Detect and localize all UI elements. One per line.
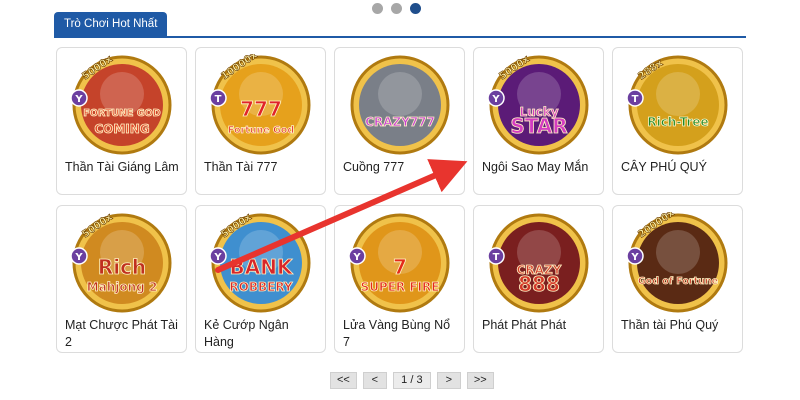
first-page-button[interactable]: << <box>330 372 357 389</box>
game-art-text: 777 <box>240 97 282 121</box>
game-art-text: 888 <box>518 272 560 296</box>
game-card[interactable]: Rich-Tree 288x T CÂY PHÚ QUÝ <box>612 47 743 195</box>
provider-letter: Y <box>74 94 83 105</box>
game-title[interactable]: Cuồng 777 <box>343 159 458 176</box>
provider-letter: Y <box>74 252 83 263</box>
game-card[interactable]: BANK ROBBERY 5000x Y Kẻ Cướp Ngân Hàng <box>195 205 326 353</box>
pagination: << < 1 / 3 > >> <box>330 372 494 389</box>
game-title[interactable]: CÂY PHÚ QUÝ <box>621 159 736 176</box>
provider-letter: Y <box>491 94 500 105</box>
game-card[interactable]: CRAZY777 Cuồng 777 <box>334 47 465 195</box>
game-title[interactable]: Lửa Vàng Bùng Nổ 7 <box>343 317 458 351</box>
next-page-button[interactable]: > <box>436 372 461 389</box>
game-title[interactable]: Ngôi Sao May Mắn <box>482 159 597 176</box>
game-art-text: God of Fortune <box>638 276 718 287</box>
game-card[interactable]: Lucky STAR 5000x Y Ngôi Sao May Mắn <box>473 47 604 195</box>
game-card[interactable]: FORTUNE GOD COMING 5000x Y Thần Tài Giáng Lâ… <box>56 47 187 195</box>
game-thumbnail[interactable]: Rich-Tree288xT <box>621 54 735 156</box>
game-art-text: FORTUNE GOD <box>83 108 160 119</box>
last-page-button[interactable]: >> <box>466 372 494 389</box>
current-page: 1 / 3 <box>392 372 431 389</box>
game-art-text: CRAZY777 <box>365 115 435 129</box>
game-grid: FORTUNE GOD COMING 5000x Y Thần Tài Giáng Lâ… <box>56 47 746 353</box>
game-title[interactable]: Thần tài Phú Quý <box>621 317 736 334</box>
game-title[interactable]: Thần Tài 777 <box>204 159 319 176</box>
game-thumbnail[interactable]: God of Fortune20000xY <box>621 212 735 314</box>
game-thumbnail[interactable]: 777Fortune God10000xT <box>204 54 318 156</box>
game-art-text: ROBBERY <box>229 280 293 294</box>
game-art-text: Mahjong 2 <box>87 280 158 294</box>
game-card[interactable]: Rich Mahjong 2 5000x Y Mạt Chược Phát Tài 2 <box>56 205 187 353</box>
game-art-text: BANK <box>230 255 294 279</box>
game-title[interactable]: Kẻ Cướp Ngân Hàng <box>204 317 319 351</box>
game-card[interactable]: 777 Fortune God 10000x T Thần Tài 777 <box>195 47 326 195</box>
game-thumbnail[interactable]: CRAZY777 <box>343 54 457 156</box>
provider-letter: T <box>493 252 500 263</box>
game-thumbnail[interactable]: FORTUNE GODCOMING5000xY <box>65 54 179 156</box>
game-thumbnail[interactable]: BANKROBBERY5000xY <box>204 212 318 314</box>
provider-letter: T <box>215 94 222 105</box>
game-thumbnail[interactable]: 7SUPER FIRE Y <box>343 212 457 314</box>
game-art-text: SUPER FIRE <box>361 280 440 294</box>
game-title[interactable]: Mạt Chược Phát Tài 2 <box>65 317 180 351</box>
provider-letter: Y <box>352 252 361 263</box>
game-art-text: Rich-Tree <box>647 115 708 129</box>
game-card[interactable]: 7 SUPER FIRE Y Lửa Vàng Bùng Nổ 7 <box>334 205 465 353</box>
game-title[interactable]: Thần Tài Giáng Lâm <box>65 159 180 176</box>
game-thumbnail[interactable]: LuckySTAR5000xY <box>482 54 596 156</box>
provider-letter: Y <box>630 252 639 263</box>
game-art-text: COMING <box>94 122 149 136</box>
game-title[interactable]: Phát Phát Phát <box>482 317 597 334</box>
game-art-text: STAR <box>510 114 567 138</box>
game-art-text: 7 <box>393 255 407 279</box>
section-tab[interactable]: Trò Chơi Hot Nhất <box>54 12 168 36</box>
game-card[interactable]: God of Fortune 20000x Y Thần tài Phú Quý <box>612 205 743 353</box>
game-thumbnail[interactable]: CRAZY888T <box>482 212 596 314</box>
game-art-text: Fortune God <box>228 125 294 136</box>
prev-page-button[interactable]: < <box>362 372 387 389</box>
provider-letter: Y <box>213 252 222 263</box>
game-thumbnail[interactable]: RichMahjong 25000xY <box>65 212 179 314</box>
section-header: Trò Chơi Hot Nhất <box>54 12 746 38</box>
game-art-text: Rich <box>98 255 146 279</box>
game-card[interactable]: CRAZY 888 T Phát Phát Phát <box>473 205 604 353</box>
provider-letter: T <box>632 94 639 105</box>
